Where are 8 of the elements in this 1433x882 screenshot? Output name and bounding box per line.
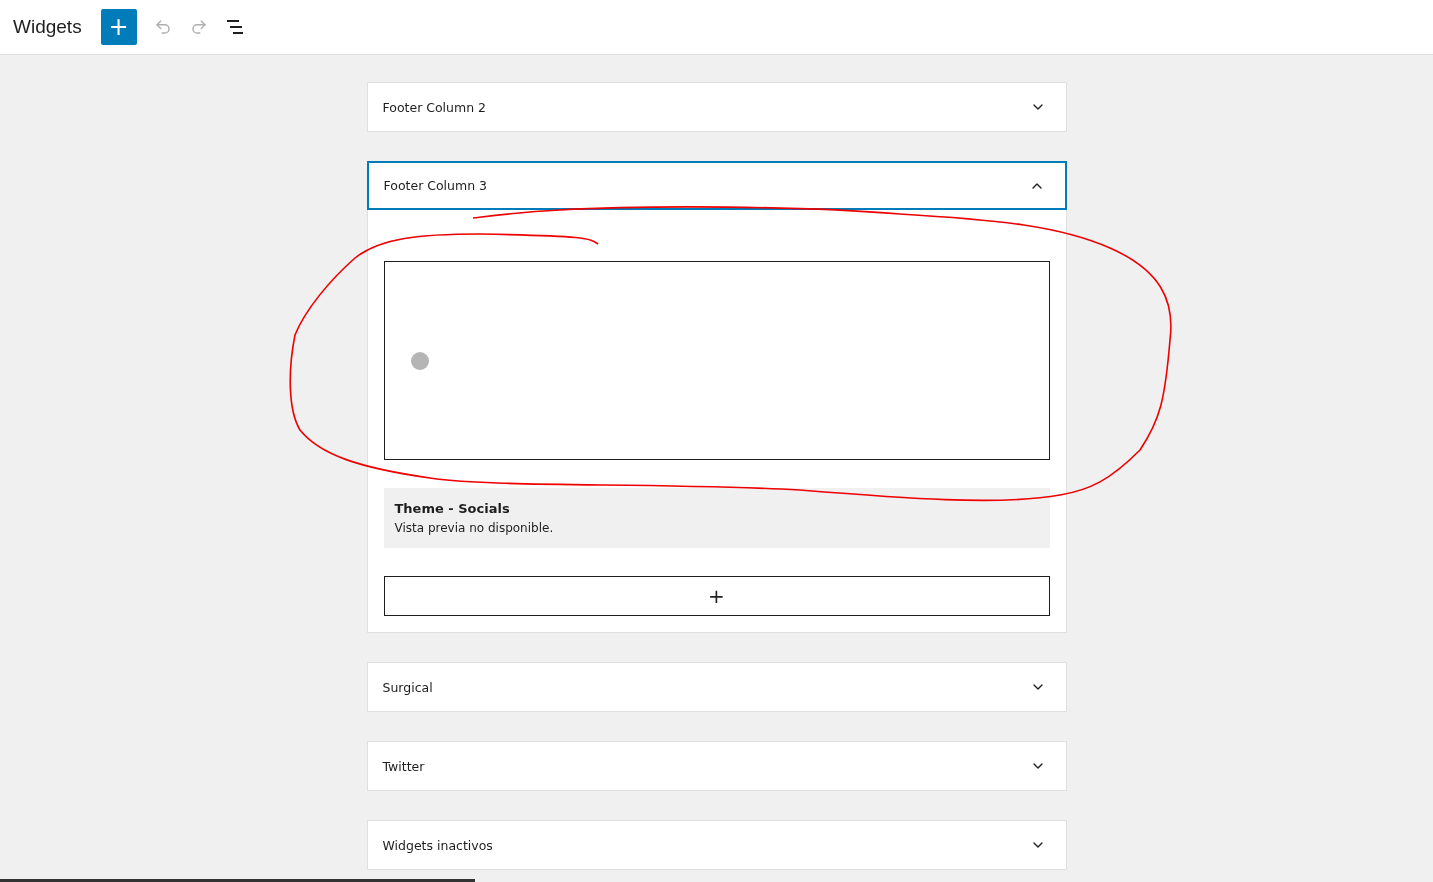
preview-message: Vista previa no disponible. (394, 521, 555, 535)
add-block-button[interactable]: + (100, 9, 137, 45)
spinner-icon (410, 351, 429, 370)
widget-title: Theme - Socials (394, 501, 511, 516)
horizontal-scrollbar[interactable] (0, 879, 475, 882)
page-title: Widgets (13, 16, 82, 38)
add-block-button[interactable]: + (383, 576, 1050, 616)
widget-area-header[interactable]: Footer Column 3 (366, 161, 1067, 210)
